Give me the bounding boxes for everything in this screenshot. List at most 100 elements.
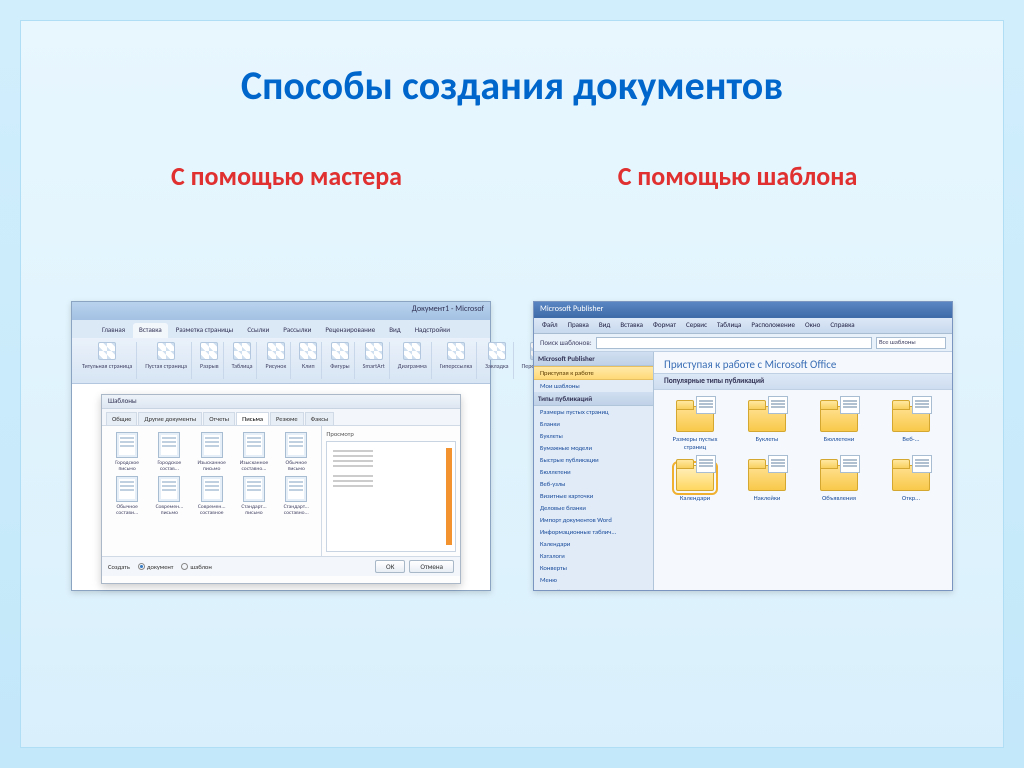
picture-icon[interactable] <box>267 342 285 360</box>
sidebar-item[interactable]: Календари <box>534 538 653 550</box>
sidebar-item[interactable]: Наклейки <box>534 586 653 590</box>
template-item[interactable]: Изысканное составно... <box>235 432 273 472</box>
document-icon <box>158 476 180 502</box>
search-input[interactable] <box>596 337 872 349</box>
category-item[interactable]: Размеры пустых страниц <box>662 398 728 451</box>
clip-icon[interactable] <box>299 342 317 360</box>
publisher-screenshot: Microsoft Publisher Файл Правка Вид Вста… <box>533 301 953 591</box>
sidebar-item[interactable]: Импорт документов Word <box>534 514 653 526</box>
cancel-button[interactable]: Отмена <box>409 560 454 573</box>
hyperlink-icon[interactable] <box>447 342 465 360</box>
menu-file[interactable]: Файл <box>538 320 562 331</box>
category-item[interactable]: Буклеты <box>734 398 800 451</box>
thumb-icon <box>696 396 716 414</box>
category-item[interactable]: Наклейки <box>734 457 800 502</box>
menu-insert[interactable]: Вставка <box>616 320 647 331</box>
word-screenshot: Документ1 - Microsof Главная Вставка Раз… <box>71 301 491 591</box>
search-filter-select[interactable]: Все шаблоны <box>876 337 946 349</box>
category-item-selected[interactable]: Календари <box>662 457 728 502</box>
smartart-icon[interactable] <box>365 342 383 360</box>
folder-icon <box>818 398 860 432</box>
folder-icon <box>746 398 788 432</box>
thumb-icon <box>840 396 860 414</box>
tab-mailings[interactable]: Рассылки <box>277 323 317 338</box>
table-icon[interactable] <box>233 342 251 360</box>
dlgtab-general[interactable]: Общие <box>106 412 137 425</box>
sidebar-item[interactable]: Бюллетени <box>534 466 653 478</box>
create-label: Создать <box>108 563 130 571</box>
thumb-icon <box>768 396 788 414</box>
sidebar-item[interactable]: Каталоги <box>534 550 653 562</box>
document-icon <box>201 476 223 502</box>
tab-review[interactable]: Рецензирование <box>319 323 381 338</box>
dlgtab-resume[interactable]: Резюме <box>270 412 304 425</box>
document-icon <box>243 476 265 502</box>
bookmark-icon[interactable] <box>488 342 506 360</box>
template-item[interactable]: Изысканное письмо <box>193 432 231 472</box>
sidebar-item[interactable]: Веб-узлы <box>534 478 653 490</box>
radio-template[interactable]: шаблон <box>181 563 211 571</box>
dlgtab-fax[interactable]: Факсы <box>305 412 335 425</box>
menu-arrange[interactable]: Расположение <box>747 320 799 331</box>
sidebar-item-my-templates[interactable]: Мои шаблоны <box>534 380 653 392</box>
tab-pagelayout[interactable]: Разметка страницы <box>170 323 240 338</box>
thumb-icon <box>840 455 860 473</box>
category-item[interactable]: Объявления <box>806 457 872 502</box>
radio-document[interactable]: документ <box>138 563 174 571</box>
sidebar-item[interactable]: Деловые бланки <box>534 502 653 514</box>
cover-page-icon[interactable] <box>98 342 116 360</box>
pub-main: Приступая к работе с Microsoft Office По… <box>654 352 952 590</box>
template-item[interactable]: Обычное письмо <box>277 432 315 472</box>
tab-insert[interactable]: Вставка <box>133 323 168 338</box>
template-item[interactable]: Стандарт... составно... <box>277 476 315 516</box>
sidebar-item[interactable]: Меню <box>534 574 653 586</box>
menu-format[interactable]: Формат <box>649 320 680 331</box>
sidebar-item[interactable]: Буклеты <box>534 430 653 442</box>
menu-tools[interactable]: Сервис <box>682 320 711 331</box>
pub-titlebar: Microsoft Publisher <box>534 302 952 318</box>
shapes-icon[interactable] <box>331 342 349 360</box>
ok-button[interactable]: ОК <box>375 560 405 573</box>
sidebar-item[interactable]: Информационные таблич... <box>534 526 653 538</box>
preview-pane: Просмотр <box>321 426 460 556</box>
tab-home[interactable]: Главная <box>96 323 131 338</box>
sidebar-item[interactable]: Бумажные модели <box>534 442 653 454</box>
side-header-pubtypes: Типы публикаций <box>534 392 653 406</box>
menu-view[interactable]: Вид <box>595 320 615 331</box>
template-item[interactable]: Стандарт... письмо <box>235 476 273 516</box>
word-titlebar: Документ1 - Microsof <box>72 302 490 320</box>
slide-title: Способы создания документов <box>21 61 1003 110</box>
thumb-icon <box>912 455 932 473</box>
preview-document <box>326 441 456 552</box>
sidebar-item[interactable]: Размеры пустых страниц <box>534 406 653 418</box>
dlgtab-reports[interactable]: Отчеты <box>203 412 235 425</box>
menu-help[interactable]: Справка <box>826 320 858 331</box>
create-radios: Создать документ шаблон <box>108 563 212 571</box>
tab-references[interactable]: Ссылки <box>241 323 275 338</box>
template-item[interactable]: Обычное состави... <box>108 476 146 516</box>
category-item[interactable]: Откр... <box>878 457 944 502</box>
template-item[interactable]: Городское состав... <box>150 432 188 472</box>
dlgtab-other[interactable]: Другие документы <box>138 412 202 425</box>
sidebar-item[interactable]: Визитные карточки <box>534 490 653 502</box>
menu-table[interactable]: Таблица <box>713 320 745 331</box>
template-item[interactable]: Современ... письмо <box>150 476 188 516</box>
blank-page-icon[interactable] <box>157 342 175 360</box>
menu-edit[interactable]: Правка <box>564 320 593 331</box>
template-item[interactable]: Городское письмо <box>108 432 146 472</box>
page-break-icon[interactable] <box>200 342 218 360</box>
category-item[interactable]: Веб-... <box>878 398 944 451</box>
dlgtab-letters[interactable]: Письма <box>236 412 269 425</box>
category-item[interactable]: Бюллетени <box>806 398 872 451</box>
sidebar-item[interactable]: Конверты <box>534 562 653 574</box>
template-item[interactable]: Современ... составное <box>193 476 231 516</box>
chart-icon[interactable] <box>403 342 421 360</box>
sidebar-item[interactable]: Быстрые публикации <box>534 454 653 466</box>
sidebar-item-getting-started[interactable]: Приступая к работе <box>534 366 653 380</box>
tab-view[interactable]: Вид <box>383 323 407 338</box>
sidebar-item[interactable]: Бланки <box>534 418 653 430</box>
folder-icon <box>818 457 860 491</box>
menu-window[interactable]: Окно <box>801 320 824 331</box>
pub-category-grid: Размеры пустых страниц Буклеты Бюллетени… <box>654 390 952 590</box>
tab-addins[interactable]: Надстройки <box>409 323 456 338</box>
